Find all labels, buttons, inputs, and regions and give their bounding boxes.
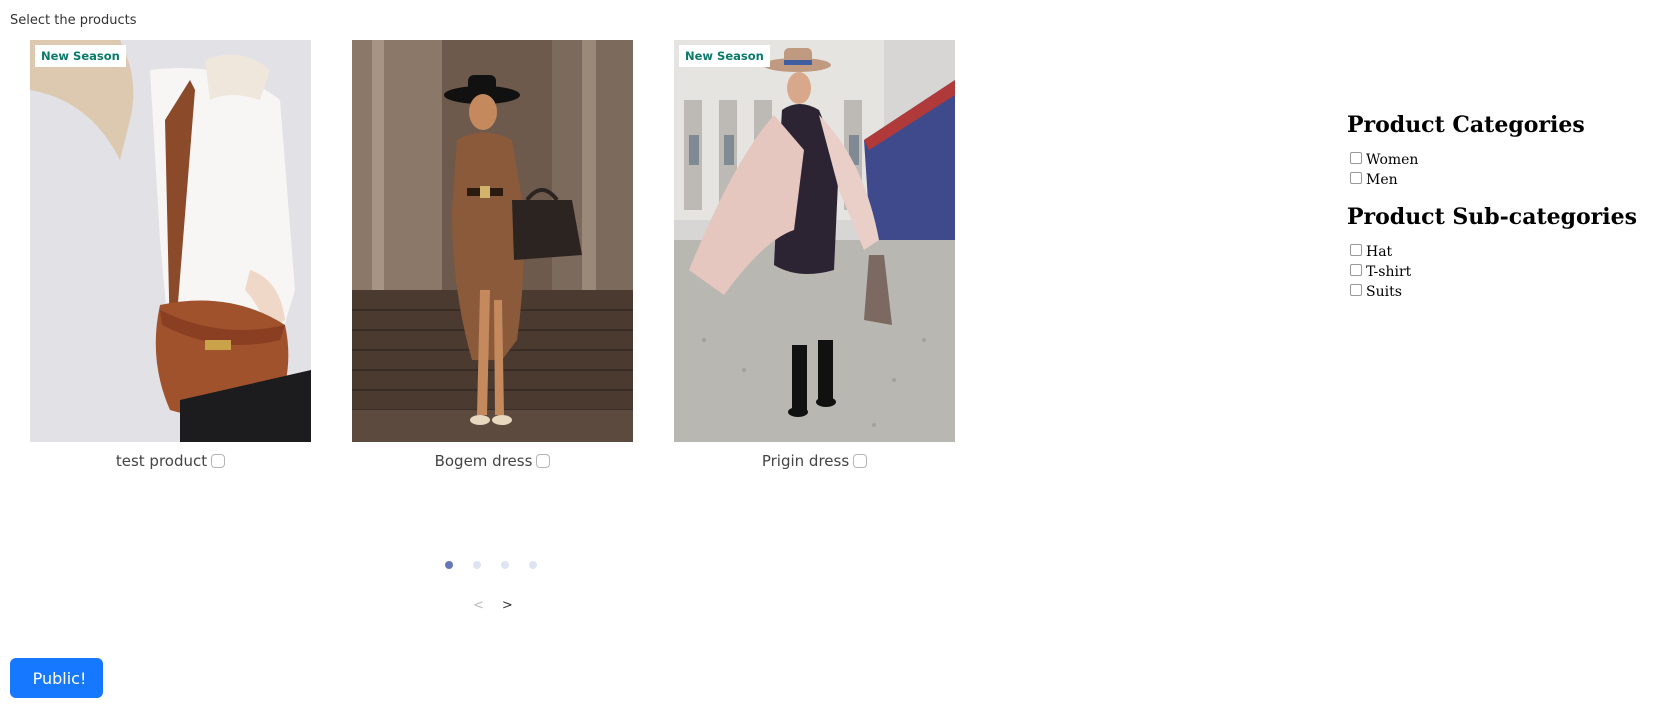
- prev-arrow-icon[interactable]: <: [473, 598, 484, 613]
- product-select-checkbox[interactable]: [853, 454, 868, 468]
- product-select-checkbox[interactable]: [536, 454, 551, 468]
- product-card[interactable]: [352, 40, 633, 442]
- publish-button[interactable]: Public!: [10, 658, 103, 698]
- categories-heading: Product Categories: [1347, 112, 1585, 138]
- new-season-badge: New Season: [679, 45, 770, 67]
- page-label: Select the products: [10, 13, 137, 28]
- next-arrow-icon[interactable]: >: [502, 598, 513, 613]
- carousel-dot[interactable]: [473, 561, 481, 569]
- category-label: Men: [1366, 172, 1398, 188]
- dress-photo: [352, 40, 633, 442]
- category-option-men[interactable]: Men: [1347, 170, 1637, 190]
- carousel-dot[interactable]: [529, 561, 537, 569]
- product-image[interactable]: New Season: [674, 40, 955, 442]
- carousel-pagination: [445, 561, 537, 569]
- product-caption: Prigin dress: [674, 452, 955, 470]
- category-label: Women: [1366, 152, 1419, 168]
- product-select-checkbox[interactable]: [211, 454, 226, 468]
- carousel-dot[interactable]: [445, 561, 453, 569]
- categories-group: Women Men: [1347, 150, 1637, 190]
- subcategories-heading: Product Sub-categories: [1347, 204, 1637, 230]
- category-option-women[interactable]: Women: [1347, 150, 1637, 170]
- subcategory-label: Suits: [1366, 284, 1402, 300]
- product-caption: test product: [30, 452, 311, 470]
- product-image[interactable]: [352, 40, 633, 442]
- category-checkbox[interactable]: [1350, 152, 1362, 164]
- carousel-arrows: < >: [473, 598, 513, 613]
- subcategory-option-tshirt[interactable]: T-shirt: [1347, 262, 1637, 282]
- product-image[interactable]: New Season: [30, 40, 311, 442]
- subcategories-group: Hat T-shirt Suits: [1347, 242, 1637, 302]
- product-name: Prigin dress: [761, 452, 850, 470]
- carousel-dot[interactable]: [501, 561, 509, 569]
- subcategory-option-hat[interactable]: Hat: [1347, 242, 1637, 262]
- category-checkbox[interactable]: [1350, 172, 1362, 184]
- subcategory-checkbox[interactable]: [1350, 244, 1362, 256]
- street-style-photo: [674, 40, 955, 442]
- subcategory-option-suits[interactable]: Suits: [1347, 282, 1637, 302]
- product-name: Bogem dress: [434, 452, 533, 470]
- subcategory-label: Hat: [1366, 244, 1393, 260]
- subcategory-label: T-shirt: [1366, 264, 1412, 280]
- new-season-badge: New Season: [35, 45, 126, 67]
- product-card[interactable]: New Season: [30, 40, 311, 442]
- subcategory-checkbox[interactable]: [1350, 284, 1362, 296]
- subcategory-checkbox[interactable]: [1350, 264, 1362, 276]
- product-card[interactable]: New Season: [674, 40, 955, 442]
- product-name: test product: [115, 452, 208, 470]
- bag-photo: [30, 40, 311, 442]
- filters-panel: Product Categories Women Men Product Sub…: [1347, 112, 1637, 316]
- product-caption: Bogem dress: [352, 452, 633, 470]
